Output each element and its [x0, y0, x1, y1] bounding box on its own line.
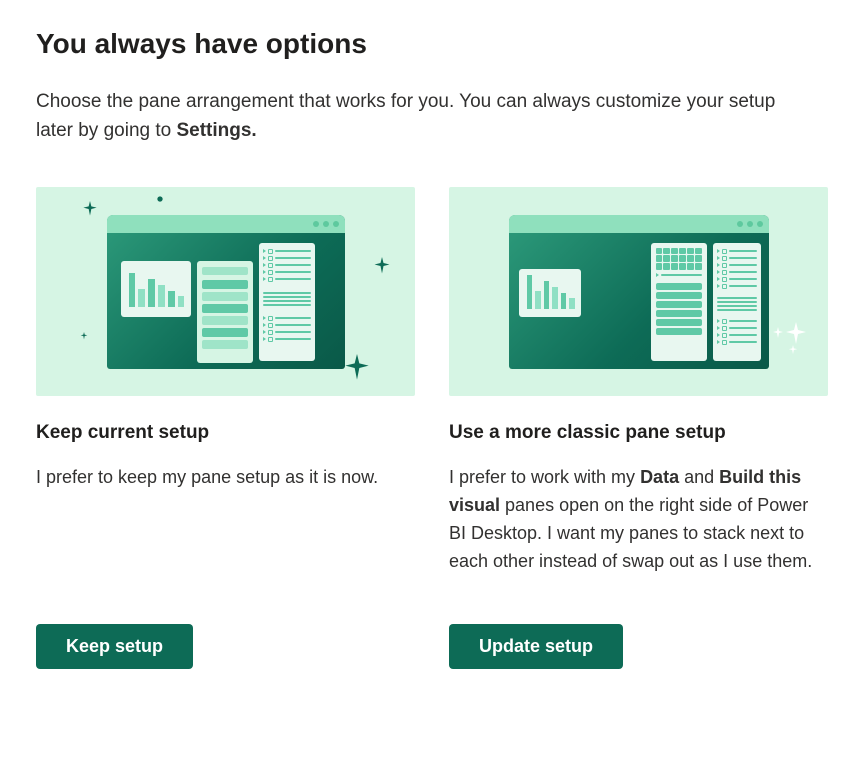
sparkle-icon [788, 345, 798, 355]
sparkle-icon [80, 332, 88, 340]
mock-app-window [107, 215, 345, 369]
desc-text: I prefer to work with my [449, 467, 640, 487]
dialog-title: You always have options [36, 28, 828, 60]
window-dot-icon [747, 221, 753, 227]
dialog-subtitle: Choose the pane arrangement that works f… [36, 88, 816, 145]
mock-build-visual-panel [651, 243, 707, 361]
sparkle-icon [373, 257, 391, 275]
window-dot-icon [757, 221, 763, 227]
sparkle-icon [82, 201, 98, 217]
desc-bold-data: Data [640, 467, 679, 487]
desc-text: panes open on the right side of Power BI… [449, 495, 812, 571]
sparkle-icon [156, 195, 164, 203]
subtitle-bold: Settings. [176, 120, 256, 141]
illustration-classic-setup [449, 187, 828, 396]
mock-titlebar [107, 215, 345, 233]
mock-chart-card [121, 261, 191, 317]
update-setup-button[interactable]: Update setup [449, 624, 623, 669]
option-classic-setup: Use a more classic pane setup I prefer t… [449, 187, 828, 576]
option-classic-heading: Use a more classic pane setup [449, 422, 828, 444]
mock-list-panel [259, 243, 315, 361]
window-dot-icon [323, 221, 329, 227]
desc-text: and [679, 467, 719, 487]
option-classic-description: I prefer to work with my Data and Build … [449, 464, 828, 576]
keep-setup-button[interactable]: Keep setup [36, 624, 193, 669]
mock-app-window [509, 215, 769, 369]
option-keep-description: I prefer to keep my pane setup as it is … [36, 464, 415, 576]
window-dot-icon [313, 221, 319, 227]
option-keep-heading: Keep current setup [36, 422, 415, 444]
option-keep-current: Keep current setup I prefer to keep my p… [36, 187, 415, 576]
mock-titlebar [509, 215, 769, 233]
mock-side-panel [197, 261, 253, 363]
subtitle-text: Choose the pane arrangement that works f… [36, 91, 775, 141]
window-dot-icon [737, 221, 743, 227]
sparkle-icon [772, 327, 784, 339]
sparkle-icon [784, 322, 808, 346]
buttons-row: Keep setup Update setup [36, 624, 828, 669]
illustration-keep-current [36, 187, 415, 396]
options-row: Keep current setup I prefer to keep my p… [36, 187, 828, 576]
mock-chart-card [519, 269, 581, 317]
mock-data-panel [713, 243, 761, 361]
window-dot-icon [333, 221, 339, 227]
sparkle-icon [343, 354, 371, 382]
